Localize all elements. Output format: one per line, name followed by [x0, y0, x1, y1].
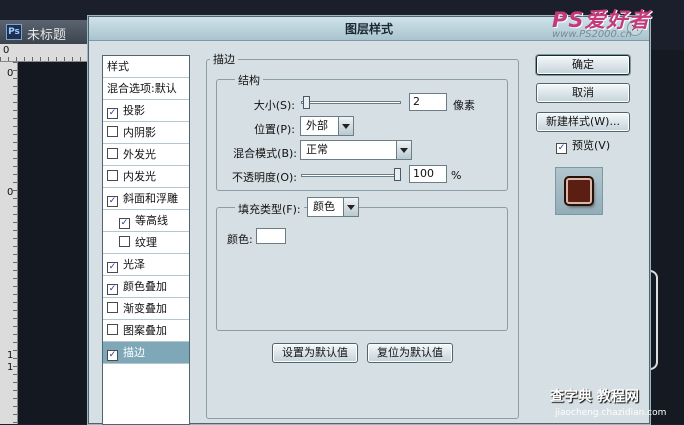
checkbox-icon[interactable]: ✓: [107, 262, 118, 273]
checkbox-icon[interactable]: [107, 170, 118, 181]
blend-mode-value: 正常: [306, 143, 328, 156]
color-label: 颜色:: [227, 233, 253, 246]
checkbox-icon[interactable]: [107, 302, 118, 313]
style-item-label: 等高线: [135, 214, 168, 227]
fill-type-value: 颜色: [313, 200, 335, 213]
style-item[interactable]: 内阴影: [103, 122, 189, 144]
style-item[interactable]: 内发光: [103, 166, 189, 188]
size-slider[interactable]: [301, 101, 401, 104]
size-label: 大小(S):: [253, 99, 295, 112]
checkbox-icon[interactable]: ✓: [556, 143, 567, 154]
preview-label: 预览(V): [572, 139, 611, 152]
checkbox-icon[interactable]: ✓: [107, 350, 118, 361]
ruler-label: 1: [7, 362, 14, 373]
blending-options-item[interactable]: 混合选项:默认: [103, 78, 189, 100]
ruler-vertical[interactable]: 0 0 1 1: [0, 62, 18, 424]
ruler-label: 0: [7, 187, 14, 198]
preview-checkbox[interactable]: ✓ 预览(V): [556, 137, 610, 154]
style-item-label: 渐变叠加: [123, 302, 167, 315]
style-item-label: 图案叠加: [123, 324, 167, 337]
ruler-horizontal[interactable]: 0: [0, 44, 100, 62]
checkbox-icon[interactable]: ✓: [119, 218, 130, 229]
style-item-label: 外发光: [123, 148, 156, 161]
style-item-label: 纹理: [135, 236, 157, 249]
chevron-down-icon[interactable]: [343, 198, 358, 216]
new-style-button[interactable]: 新建样式(W)...: [536, 112, 630, 132]
position-dropdown[interactable]: 外部: [300, 116, 354, 136]
style-item[interactable]: 图案叠加: [103, 320, 189, 342]
checkbox-icon[interactable]: ✓: [107, 196, 118, 207]
blend-mode-label: 混合模式(B):: [233, 147, 297, 160]
styles-list: 样式 混合选项:默认 ✓ 投影内阴影外发光内发光 ✓ 斜面和浮雕 ✓ 等高线纹理 ✓ 光泽 ✓ 颜…: [102, 55, 190, 425]
fill-type-dropdown[interactable]: 颜色: [307, 197, 359, 217]
style-item[interactable]: 纹理: [103, 232, 189, 254]
ruler-label: 0: [7, 68, 14, 79]
style-item[interactable]: ✓ 斜面和浮雕: [103, 188, 189, 210]
reset-default-button[interactable]: 复位为默认值: [367, 343, 453, 363]
preview-thumbnail: [566, 178, 592, 204]
stroke-section-title: 描边: [210, 51, 238, 67]
fill-type-label: 填充类型(F):: [235, 201, 304, 217]
style-item[interactable]: 渐变叠加: [103, 298, 189, 320]
chevron-down-icon[interactable]: [338, 117, 353, 135]
chevron-down-icon[interactable]: [396, 141, 411, 159]
checkbox-icon[interactable]: [107, 148, 118, 159]
style-preview: [555, 167, 603, 215]
style-item-label: 光泽: [123, 258, 145, 271]
ruler-label: 0: [3, 45, 10, 56]
photoshop-app-icon: Ps: [6, 24, 22, 40]
watermark-url-bottom: jiaocheng.chazidian.com: [555, 408, 667, 418]
styles-header[interactable]: 样式: [103, 56, 189, 78]
layer-style-dialog: 图层样式 × 样式 混合选项:默认 ✓ 投影 内阴影 外发光 内发光 ✓ 斜面和浮雕 ✓ 等高线…: [88, 16, 650, 425]
style-item[interactable]: ✓ 颜色叠加: [103, 276, 189, 298]
style-item[interactable]: ✓ 投影: [103, 100, 189, 122]
size-slider-handle[interactable]: [302, 96, 310, 109]
checkbox-icon[interactable]: [107, 324, 118, 335]
checkbox-icon[interactable]: [119, 236, 130, 247]
size-unit: 像素: [453, 99, 475, 112]
watermark-logo-bottom: 查字典 教程网: [550, 389, 639, 405]
style-item[interactable]: 外发光: [103, 144, 189, 166]
position-label: 位置(P):: [254, 123, 295, 136]
set-default-button[interactable]: 设置为默认值: [272, 343, 358, 363]
opacity-input[interactable]: 100: [409, 165, 447, 183]
blend-mode-dropdown[interactable]: 正常: [300, 140, 412, 160]
style-item[interactable]: ✓ 等高线: [103, 210, 189, 232]
style-item-label: 斜面和浮雕: [123, 192, 178, 205]
ruler-label: 1: [7, 350, 14, 361]
opacity-slider[interactable]: [301, 174, 401, 177]
style-item[interactable]: ✓ 光泽: [103, 254, 189, 276]
structure-title: 结构: [235, 72, 263, 88]
watermark-url-top: www.PS2000.cn: [552, 29, 632, 40]
checkbox-icon[interactable]: ✓: [107, 108, 118, 119]
style-item-label: 颜色叠加: [123, 280, 167, 293]
position-value: 外部: [306, 119, 328, 132]
checkbox-icon[interactable]: ✓: [107, 284, 118, 295]
style-item-label: 投影: [123, 104, 145, 117]
fill-type-group: [216, 207, 508, 331]
style-item-label: 内发光: [123, 170, 156, 183]
size-input[interactable]: 2: [409, 93, 447, 111]
checkbox-icon[interactable]: [107, 126, 118, 137]
opacity-label: 不透明度(O):: [232, 171, 297, 184]
stroke-color-swatch[interactable]: [256, 228, 286, 244]
photoshop-doc-titlebar: Ps 未标题: [0, 20, 100, 44]
opacity-slider-handle[interactable]: [394, 168, 401, 181]
document-title[interactable]: 未标题: [27, 24, 66, 43]
style-item-label: 内阴影: [123, 126, 156, 139]
style-item-label: 描边: [123, 346, 145, 359]
style-item[interactable]: ✓ 描边: [103, 342, 189, 364]
cancel-button[interactable]: 取消: [536, 83, 630, 103]
ok-button[interactable]: 确定: [536, 55, 630, 75]
opacity-unit: %: [451, 169, 462, 182]
